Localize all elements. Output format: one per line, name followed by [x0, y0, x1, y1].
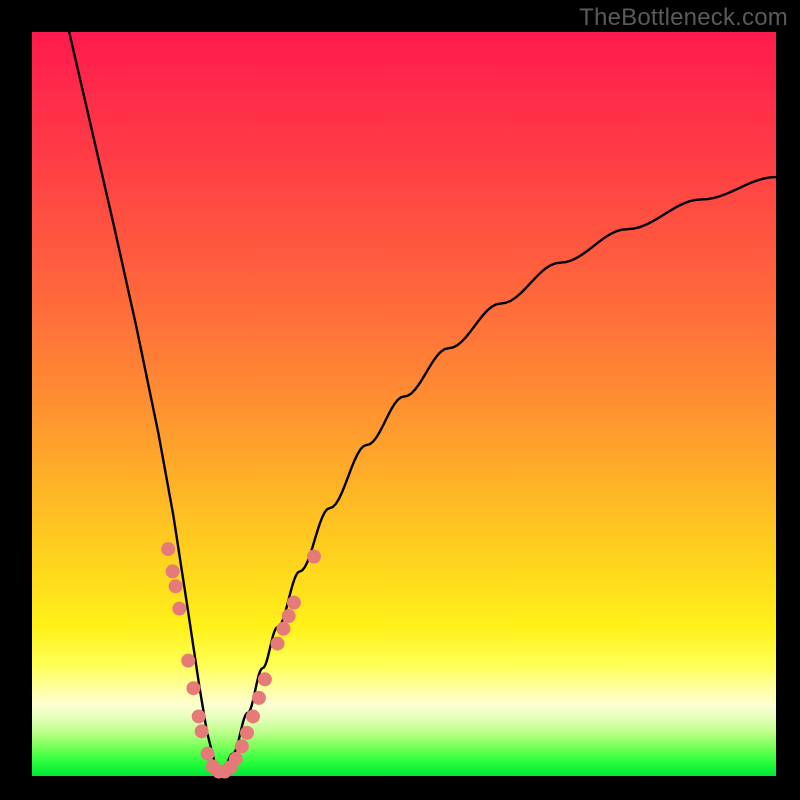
data-point — [252, 691, 266, 705]
curve-right-branch — [222, 177, 776, 772]
data-point — [161, 542, 175, 556]
data-point — [201, 747, 215, 761]
data-point — [271, 637, 285, 651]
data-point — [276, 622, 290, 636]
data-point — [287, 596, 301, 610]
watermark-text: TheBottleneck.com — [579, 4, 788, 32]
marker-group — [161, 542, 321, 778]
chart-frame: TheBottleneck.com — [0, 0, 800, 800]
data-point — [235, 739, 249, 753]
data-point — [172, 602, 186, 616]
data-point — [186, 681, 200, 695]
data-point — [169, 579, 183, 593]
data-point — [195, 724, 209, 738]
data-point — [258, 672, 272, 686]
curve-left-branch — [69, 32, 222, 772]
data-point — [307, 550, 321, 564]
data-point — [240, 726, 254, 740]
curve-group — [69, 32, 776, 772]
data-point — [246, 709, 260, 723]
bottleneck-curve-svg — [32, 32, 776, 776]
data-point — [192, 709, 206, 723]
data-point — [181, 654, 195, 668]
data-point — [229, 752, 243, 766]
data-point — [166, 564, 180, 578]
data-point — [282, 609, 296, 623]
